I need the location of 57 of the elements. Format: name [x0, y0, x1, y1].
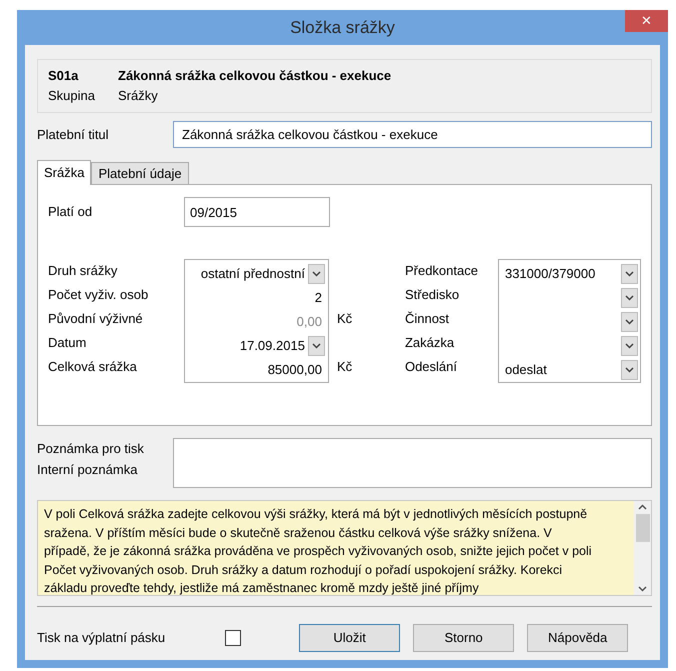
field-label: Skupina	[48, 87, 96, 105]
input-field[interactable]: 85000,00	[268, 360, 322, 380]
unit-label: Kč	[336, 311, 352, 326]
scroll-thumb[interactable]	[636, 514, 650, 542]
input-field: 0,00	[296, 312, 322, 332]
chevron-down-icon	[625, 271, 634, 277]
field-label: Předkontace	[404, 262, 479, 280]
field-label: Tisk na výplatní pásku	[37, 629, 166, 648]
scrollbar[interactable]	[634, 501, 651, 595]
dropdown-field[interactable]: ostatní přednostní	[200, 264, 305, 284]
chevron-down-icon	[625, 295, 634, 301]
dropdown-field[interactable]: odeslat	[504, 360, 547, 380]
chevron-down-icon	[625, 343, 634, 349]
field-label: Druh srážky	[48, 262, 118, 280]
input-field[interactable]: 09/2015	[184, 197, 330, 227]
chevron-down-icon	[625, 367, 634, 373]
help-text: V poli Celková srážka zadejte celkovou výši srážky, která má být v jednotlivých měsících postupně sražena. V příštím měsíci bude o skutečně sraženou částku celková výše srážky snížena. V případě, že je zákonná srážka prováděna ve prospěch vyživovaných osob, snižte jejich počet v poli Počet vyživovaných osob. Druh srážky a datum rozhodují o pořadí uspokojení srážky. Korekci základu proveďte tehdy, jestliže má zaměstnanec kromě mzdy ještě jiné příjmy	[43, 506, 593, 595]
field-label: Počet vyživ. osob	[48, 286, 150, 304]
field-label: Poznámka pro tisk	[37, 440, 145, 458]
checkbox[interactable]	[225, 630, 242, 646]
chevron-down-icon	[312, 343, 321, 349]
field-label: Celková srážka	[48, 358, 138, 376]
field-label: Odeslání	[404, 358, 458, 376]
dropdown-button[interactable]	[621, 288, 638, 308]
dialog-button[interactable]: Nápověda	[527, 624, 628, 652]
dropdown-button[interactable]	[621, 360, 638, 380]
dropdown-button[interactable]	[621, 336, 638, 356]
field-label: Původní výživné	[48, 310, 144, 328]
field-label: Platí od	[48, 203, 94, 222]
input-field[interactable]: Zákonná srážka celkovou částkou - exekuce	[173, 121, 652, 148]
chevron-down-icon	[625, 319, 634, 325]
field-value: Srážky	[118, 87, 158, 105]
field-label: Datum	[48, 334, 88, 352]
window-title: Složka srážky	[290, 16, 395, 39]
field-label: Interní poznámka	[37, 461, 138, 479]
close-button[interactable]: ✕	[625, 10, 668, 32]
dropdown-button[interactable]	[621, 312, 638, 332]
record-code: S01a	[48, 67, 80, 85]
dropdown-field[interactable]: 331000/379000	[504, 264, 596, 284]
tab[interactable]: Srážka	[37, 160, 92, 185]
dropdown-field[interactable]: 17.09.2015	[240, 336, 305, 356]
dropdown-button[interactable]	[621, 264, 638, 284]
dialog-button[interactable]: Storno	[413, 624, 514, 652]
input-field[interactable]: 2	[314, 288, 322, 308]
scroll-down-icon[interactable]	[638, 586, 647, 592]
chevron-down-icon	[312, 271, 321, 277]
scroll-up-icon[interactable]	[638, 504, 647, 510]
dialog-button[interactable]: Uložit	[299, 624, 400, 652]
tab[interactable]: Platební údaje	[91, 162, 189, 184]
unit-label: Kč	[336, 359, 352, 374]
field-label: Středisko	[404, 286, 460, 304]
record-name: Zákonná srážka celkovou částkou - exekuce	[118, 67, 392, 85]
dropdown-button[interactable]	[308, 264, 325, 284]
dropdown-button[interactable]	[308, 336, 325, 356]
field-label: Zakázka	[404, 334, 456, 352]
field-label: Činnost	[404, 310, 450, 328]
field-label: Platební titul	[37, 126, 110, 144]
